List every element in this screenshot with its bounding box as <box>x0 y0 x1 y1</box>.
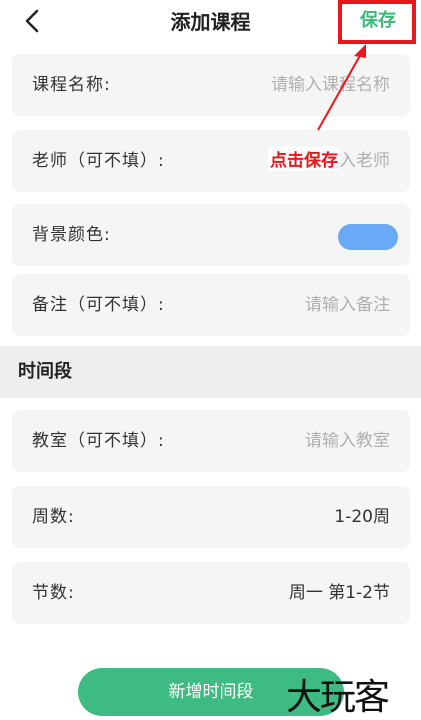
color-swatch[interactable] <box>338 224 398 250</box>
annotation-text: 点击保存 <box>268 146 340 171</box>
background-color-row[interactable]: 背景颜色: <box>12 204 410 266</box>
weeks-label: 周数: <box>32 507 75 527</box>
teacher-label: 老师（可不填）: <box>32 151 165 171</box>
note-label: 备注（可不填）: <box>32 295 165 315</box>
note-input[interactable] <box>200 290 390 320</box>
add-course-page: 添加课程 保存 课程名称: 老师（可不填）: 背景颜色: 备注（可不填）: 时间… <box>0 0 421 720</box>
weeks-value[interactable]: 1-20周 <box>334 486 390 548</box>
course-name-label: 课程名称: <box>32 75 111 95</box>
classroom-row: 教室（可不填）: <box>12 410 410 472</box>
classroom-input[interactable] <box>200 426 390 456</box>
sessions-value[interactable]: 周一 第1-2节 <box>289 562 390 624</box>
annotation-arrow-icon <box>317 44 366 131</box>
section-title: 时间段 <box>18 361 72 382</box>
time-section-header: 时间段 <box>0 346 421 398</box>
sessions-label: 节数: <box>32 583 75 603</box>
sessions-row[interactable]: 节数: 周一 第1-2节 <box>12 562 410 624</box>
classroom-label: 教室（可不填）: <box>32 431 165 451</box>
note-row: 备注（可不填）: <box>12 274 410 336</box>
weeks-row[interactable]: 周数: 1-20周 <box>12 486 410 548</box>
background-color-label: 背景颜色: <box>32 225 111 245</box>
watermark: 大玩客 <box>286 677 390 718</box>
teacher-row: 老师（可不填）: <box>12 130 410 192</box>
